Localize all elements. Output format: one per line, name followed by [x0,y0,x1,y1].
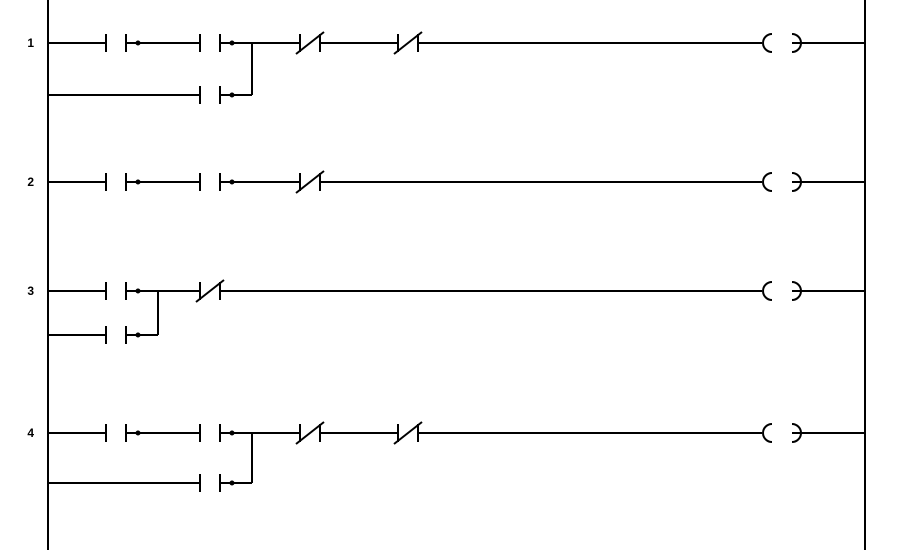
rung-number: 1 [14,36,34,50]
coil-paren-left [763,173,772,191]
coil-paren-left [763,282,772,300]
coil-paren-left [763,424,772,442]
coil-paren-left [763,34,772,52]
rung-number: 2 [14,175,34,189]
ladder-diagram: 1 2 3 4 [0,0,900,550]
rung-number: 4 [14,426,34,440]
rung-number: 3 [14,284,34,298]
ladder-svg [0,0,900,550]
